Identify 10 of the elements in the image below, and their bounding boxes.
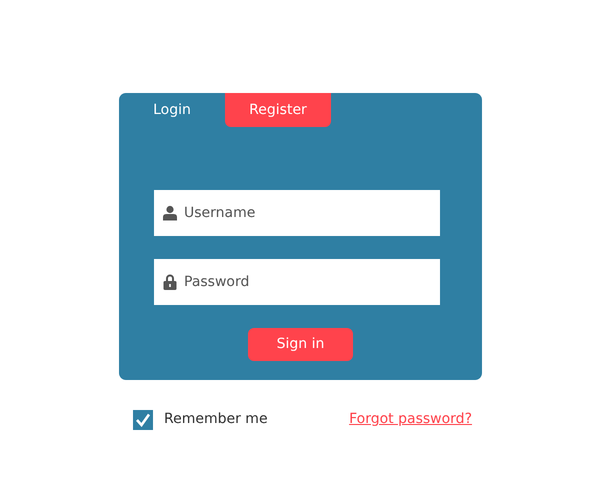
password-field[interactable]: Password [154, 259, 440, 305]
forgot-password-link[interactable]: Forgot password? [349, 409, 472, 430]
lock-icon [163, 274, 177, 290]
sign-in-button[interactable]: Sign in [248, 328, 353, 361]
user-icon [163, 206, 177, 220]
remember-checkbox[interactable] [133, 410, 153, 430]
tab[interactable]: Register [225, 93, 331, 127]
username-field[interactable]: Username [154, 190, 440, 236]
tab[interactable]: Login [119, 93, 225, 127]
remember-label: Remember me [164, 410, 268, 429]
